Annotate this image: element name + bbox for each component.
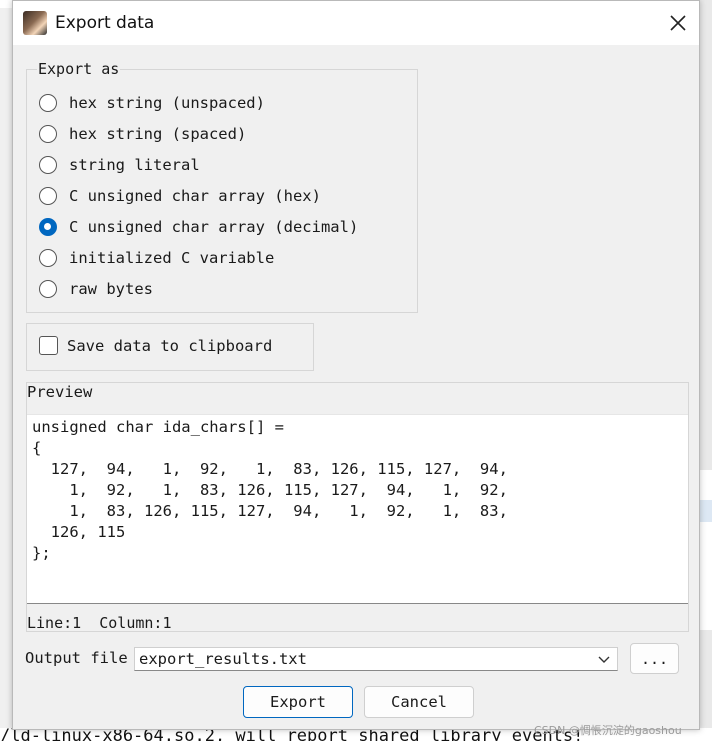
close-icon [670,15,686,31]
radio-button[interactable] [39,187,57,205]
preview-line: 127, 94, 1, 92, 1, 83, 126, 115, 127, 94… [32,460,508,478]
cancel-button[interactable]: Cancel [364,686,474,718]
preview-line: 1, 92, 1, 83, 126, 115, 127, 94, 1, 92, [32,481,508,499]
save-to-clipboard-label: Save data to clipboard [67,336,273,355]
watermark: CSDN @惆悵沉淀的gaoshou [534,724,682,737]
dialog-title: Export data [55,13,155,33]
preview-label: Preview [27,383,93,401]
output-file-value: export_results.txt [139,650,307,668]
preview-line: 126, 115 [32,523,126,541]
preview-line: }; [32,544,51,562]
radio-label: hex string (spaced) [69,125,247,143]
output-file-label: Output file [25,649,128,667]
radio-raw-bytes[interactable]: raw bytes [39,276,153,302]
radio-hex-spaced[interactable]: hex string (spaced) [39,121,246,147]
radio-initialized-c-variable[interactable]: initialized C variable [39,245,274,271]
radio-button[interactable] [39,280,57,298]
radio-button[interactable] [39,94,57,112]
radio-label: C unsigned char array (hex) [69,187,321,205]
radio-label: C unsigned char array (decimal) [69,218,359,236]
radio-label: raw bytes [69,280,153,298]
save-to-clipboard-checkbox[interactable] [39,336,58,355]
app-icon [23,11,47,35]
output-file-combobox[interactable]: export_results.txt [134,647,618,671]
radio-button-selected[interactable] [39,218,57,236]
radio-label: hex string (unspaced) [69,94,265,112]
radio-hex-unspaced[interactable]: hex string (unspaced) [39,90,265,116]
preview-line: 1, 83, 126, 115, 127, 94, 1, 92, 1, 83, [32,502,508,520]
preview-line: unsigned char ida_chars[] = [32,418,284,436]
radio-label: initialized C variable [69,249,275,267]
radio-button[interactable] [39,249,57,267]
radio-string-literal[interactable]: string literal [39,152,200,178]
export-button[interactable]: Export [243,686,353,718]
export-as-legend: Export as [37,60,121,78]
radio-label: string literal [69,156,200,174]
radio-button[interactable] [39,125,57,143]
radio-button[interactable] [39,156,57,174]
radio-c-array-decimal[interactable]: C unsigned char array (decimal) [39,214,358,240]
cursor-position-status: Line:1 Column:1 [27,614,172,632]
preview-line: { [32,439,42,457]
background-selection-edge [700,500,712,522]
browse-button[interactable]: ... [630,643,679,674]
export-data-dialog: Export data Export as hex string (unspac… [12,0,700,730]
radio-c-array-hex[interactable]: C unsigned char array (hex) [39,183,321,209]
dialog-titlebar: Export data [13,1,699,45]
background-listing-edge [700,470,712,630]
close-button[interactable] [661,7,695,39]
preview-text-area[interactable]: unsigned char ida_chars[] = { 127, 94, 1… [27,414,688,604]
chevron-down-icon[interactable] [597,652,611,666]
save-to-clipboard-option[interactable]: Save data to clipboard [39,336,272,355]
